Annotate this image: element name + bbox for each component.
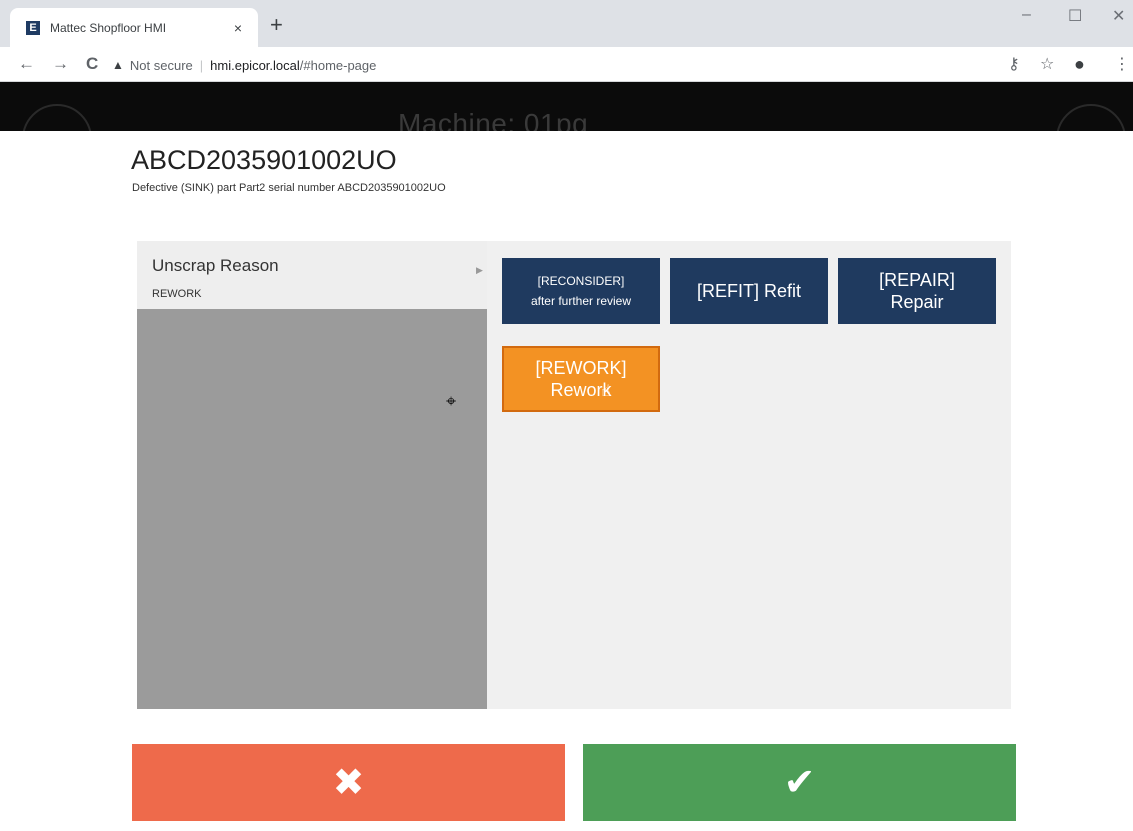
caret-right-icon: ▶ bbox=[476, 265, 483, 275]
window-close-icon[interactable]: ✕ bbox=[1112, 6, 1125, 26]
url-path: /#home-page bbox=[299, 57, 377, 73]
reload-icon[interactable]: C bbox=[86, 54, 98, 74]
maximize-icon[interactable]: ☐ bbox=[1068, 6, 1082, 26]
reason-field-label: Unscrap Reason bbox=[152, 256, 279, 275]
tab-title: Mattec Shopfloor HMI bbox=[50, 20, 167, 35]
menu-icon[interactable]: ⋮ bbox=[1114, 54, 1130, 74]
minimize-icon[interactable]: – bbox=[1022, 6, 1031, 24]
unscrap-dialog: ABCD2035901002UO Defective (SINK) part P… bbox=[0, 131, 1133, 831]
app-header: Machine: 01pg bbox=[0, 82, 1133, 131]
hand-cursor-icon: ☝ bbox=[601, 383, 611, 400]
browser-address-bar: ← → C ▲ Not secure | hmi.epicor.local /#… bbox=[0, 47, 1133, 82]
warning-icon: ▲ bbox=[112, 58, 124, 72]
option-label: after further review bbox=[530, 294, 632, 308]
unscrap-reason-field[interactable]: Unscrap Reason REWORK ▶ bbox=[137, 241, 487, 309]
tab-close-icon[interactable]: × bbox=[230, 20, 246, 36]
close-icon: ✖ bbox=[332, 761, 365, 804]
crosshair-cursor-icon: ⌖ bbox=[446, 391, 457, 411]
new-tab-icon[interactable]: + bbox=[270, 14, 283, 36]
forward-icon[interactable]: → bbox=[52, 54, 69, 74]
option-rework-button[interactable]: [REWORK] Rework bbox=[502, 346, 660, 412]
back-circle-icon[interactable] bbox=[22, 104, 92, 131]
key-icon[interactable]: ⚷ bbox=[1008, 54, 1020, 74]
confirm-button[interactable]: ✔ bbox=[583, 744, 1016, 821]
dialog-subtitle: Defective (SINK) part Part2 serial numbe… bbox=[132, 182, 446, 194]
url-separator: | bbox=[199, 57, 204, 73]
option-label: [REWORK] bbox=[535, 358, 627, 378]
option-label: [REPAIR] bbox=[879, 270, 955, 290]
star-icon[interactable]: ☆ bbox=[1040, 54, 1054, 74]
option-repair-button[interactable]: [REPAIR] Repair bbox=[838, 258, 996, 324]
browser-tab-bar: E Mattec Shopfloor HMI × + – ☐ ✕ bbox=[0, 0, 1133, 47]
back-icon[interactable]: ← bbox=[18, 54, 35, 74]
url-host: hmi.epicor.local bbox=[210, 57, 300, 73]
machine-title: Machine: 01pg bbox=[398, 108, 589, 131]
reason-panel: Unscrap Reason REWORK ▶ [RECONSIDER] aft… bbox=[137, 241, 1011, 709]
browser-tab[interactable]: E Mattec Shopfloor HMI × bbox=[10, 8, 258, 47]
option-refit-button[interactable]: [REFIT] Refit bbox=[670, 258, 828, 324]
option-label: [REFIT] Refit bbox=[696, 281, 801, 301]
option-label: Repair bbox=[890, 292, 944, 312]
reason-field-column: Unscrap Reason REWORK ▶ bbox=[137, 241, 487, 709]
serial-number-title: ABCD2035901002UO bbox=[131, 145, 397, 175]
url-field[interactable]: ▲ Not secure | hmi.epicor.local /#home-p… bbox=[112, 53, 992, 77]
option-reconsider-button[interactable]: [RECONSIDER] after further review bbox=[502, 258, 660, 324]
cancel-button[interactable]: ✖ bbox=[132, 744, 565, 821]
account-icon[interactable]: ● bbox=[1074, 54, 1085, 75]
check-icon: ✔ bbox=[783, 761, 816, 804]
menu-circle-icon[interactable] bbox=[1056, 104, 1126, 131]
option-label: [RECONSIDER] bbox=[537, 274, 625, 288]
reason-field-body bbox=[137, 309, 487, 709]
security-label: Not secure bbox=[129, 57, 193, 73]
epicor-favicon-icon: E bbox=[26, 20, 40, 35]
reason-field-value: REWORK bbox=[152, 288, 202, 300]
